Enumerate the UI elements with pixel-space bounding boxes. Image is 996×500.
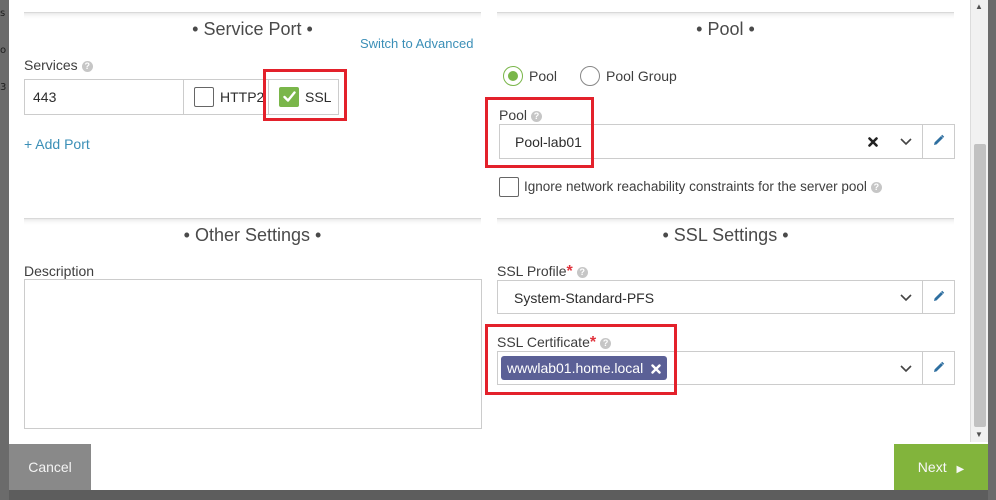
ignore-reachability-text: Ignore network reachability constraints … bbox=[524, 179, 867, 194]
pencil-icon bbox=[934, 361, 945, 372]
http2-label: HTTP2 bbox=[220, 89, 265, 105]
ignore-reachability-checkbox[interactable] bbox=[499, 177, 519, 197]
chevron-down-icon[interactable] bbox=[900, 138, 912, 146]
ignore-reachability-label: Ignore network reachability constraints … bbox=[524, 179, 882, 194]
services-label: Services? bbox=[24, 57, 93, 73]
port-input[interactable]: 443 bbox=[24, 79, 184, 115]
next-button-label: Next bbox=[917, 459, 947, 475]
pool-radio-label: Pool bbox=[529, 68, 558, 84]
port-value: 443 bbox=[33, 89, 57, 105]
ssl-profile-select[interactable]: System-Standard-PFS bbox=[497, 280, 923, 314]
ssl-profile-label-text: SSL Profile bbox=[497, 263, 567, 279]
pool-group-radio-label: Pool Group bbox=[606, 68, 677, 84]
other-settings-section-header: • Other Settings • bbox=[24, 218, 481, 251]
help-icon[interactable]: ? bbox=[81, 61, 93, 72]
cancel-button-label: Cancel bbox=[28, 459, 72, 475]
background-letter: o bbox=[0, 45, 7, 56]
scrollbar-thumb[interactable] bbox=[974, 144, 986, 427]
ssl-settings-title: • SSL Settings • bbox=[662, 225, 789, 245]
ssl-certificate-edit-button[interactable] bbox=[923, 351, 955, 385]
other-settings-title: • Other Settings • bbox=[183, 225, 322, 245]
services-label-text: Services bbox=[24, 57, 78, 73]
description-textarea[interactable] bbox=[24, 279, 482, 429]
add-port-link[interactable]: + Add Port bbox=[24, 136, 90, 152]
background-letter: s bbox=[0, 8, 6, 19]
chevron-down-icon[interactable] bbox=[900, 294, 912, 302]
background-page-left: s o 3 bbox=[0, 0, 9, 500]
pool-radio[interactable] bbox=[503, 66, 523, 86]
vertical-scrollbar[interactable]: ▲ ▼ bbox=[970, 0, 988, 442]
http2-checkbox[interactable] bbox=[194, 87, 214, 107]
ssl-settings-section-header: • SSL Settings • bbox=[497, 218, 954, 251]
cancel-button[interactable]: Cancel bbox=[9, 444, 91, 490]
next-button[interactable]: Next ▶ bbox=[894, 444, 988, 490]
pool-group-radio[interactable] bbox=[580, 66, 600, 86]
modal-footer: Cancel Next ▶ bbox=[9, 444, 988, 490]
pool-section-header: • Pool • bbox=[497, 12, 954, 45]
virtual-service-modal: • Service Port • Switch to Advanced Serv… bbox=[9, 0, 988, 490]
pool-edit-button[interactable] bbox=[923, 124, 955, 159]
ssl-profile-edit-button[interactable] bbox=[923, 280, 955, 314]
background-letter: 3 bbox=[0, 82, 7, 93]
highlight-box-ssl-certificate bbox=[485, 324, 677, 395]
help-icon[interactable]: ? bbox=[870, 182, 882, 193]
pool-title: • Pool • bbox=[696, 19, 755, 39]
highlight-box-pool bbox=[485, 97, 594, 168]
scroll-up-arrow-icon[interactable]: ▲ bbox=[975, 2, 983, 11]
ssl-profile-value: System-Standard-PFS bbox=[514, 290, 655, 306]
chevron-right-icon: ▶ bbox=[956, 464, 965, 475]
chevron-down-icon[interactable] bbox=[900, 365, 912, 373]
switch-to-advanced-link[interactable]: Switch to Advanced bbox=[360, 36, 473, 51]
pencil-icon bbox=[934, 290, 945, 301]
help-icon[interactable]: ? bbox=[576, 267, 588, 278]
background-page-right bbox=[988, 0, 996, 500]
http2-option[interactable]: HTTP2 bbox=[183, 79, 269, 115]
clear-icon[interactable] bbox=[868, 137, 878, 147]
pencil-icon bbox=[934, 134, 945, 145]
description-label: Description bbox=[24, 263, 95, 279]
required-mark: * bbox=[566, 263, 573, 280]
scroll-down-arrow-icon[interactable]: ▼ bbox=[975, 430, 983, 439]
highlight-box-ssl bbox=[263, 69, 347, 121]
modal-content: • Service Port • Switch to Advanced Serv… bbox=[9, 0, 970, 442]
ssl-profile-label: SSL Profile*? bbox=[497, 263, 588, 281]
